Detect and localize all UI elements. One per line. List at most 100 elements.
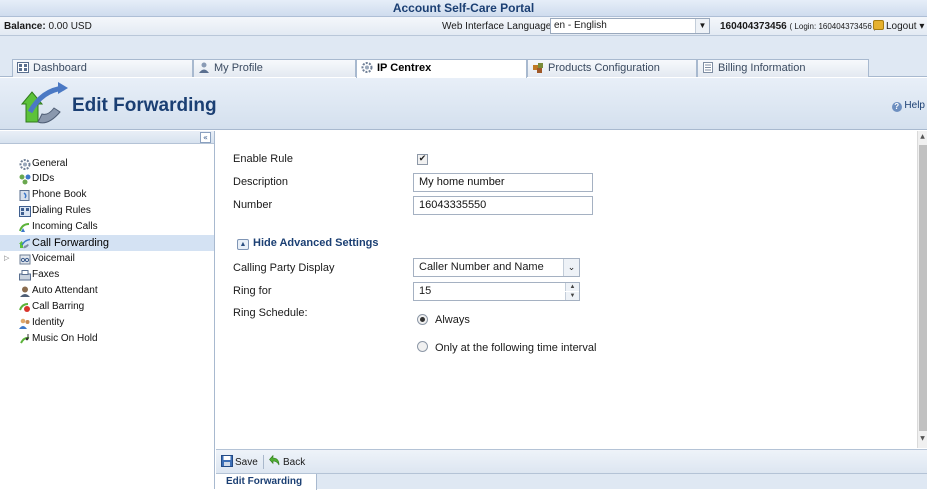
collapse-sidebar-button[interactable]: « <box>200 132 211 143</box>
sidebar-item-label: Phone Book <box>32 189 87 200</box>
tab-label: Dashboard <box>33 62 87 74</box>
page-title: Edit Forwarding <box>72 95 217 116</box>
help-label: Help <box>904 100 925 111</box>
back-label: Back <box>283 457 306 468</box>
sidebar-item-label: DIDs <box>32 173 55 184</box>
tab-label: My Profile <box>214 62 263 74</box>
sidebar-item-label: Identity <box>32 317 65 328</box>
sidebar-item-label: General <box>32 158 68 169</box>
help-link[interactable]: ? Help <box>891 100 925 112</box>
profile-icon <box>199 62 209 73</box>
sidebar-item-label: Auto Attendant <box>32 285 98 296</box>
sidebar-item-auto-attendant[interactable]: Auto Attendant <box>0 283 214 299</box>
back-arrow-icon <box>269 454 280 466</box>
tab-label: Products Configuration <box>548 62 660 74</box>
dashboard-icon <box>17 62 29 73</box>
description-label: Description <box>233 176 289 188</box>
description-input[interactable]: My home number <box>413 173 593 192</box>
account-info: 160404373456 ( Login: 160404373456 ) <box>720 21 877 32</box>
schedule-interval-label: Only at the following time interval <box>435 342 597 354</box>
toolbar-divider <box>263 455 264 469</box>
identity-icon <box>19 318 30 329</box>
tab-products-configuration[interactable]: Products Configuration <box>527 59 697 77</box>
language-value: en - English <box>554 20 607 31</box>
chevron-down-icon: ⌄ <box>563 259 579 276</box>
call-forwarding-icon <box>20 82 68 124</box>
tab-ip-centrex[interactable]: IP Centrex <box>356 59 527 78</box>
balance-label: Balance: <box>4 21 46 32</box>
sidebar-item-voicemail[interactable]: ▷ Voicemail <box>0 251 214 267</box>
expand-arrow-icon[interactable]: ▷ <box>4 251 9 267</box>
sidebar-item-label: Music On Hold <box>32 333 98 344</box>
scroll-down-icon[interactable]: ▼ <box>918 435 927 445</box>
language-label: Web Interface Language: <box>442 21 555 32</box>
sidebar-item-label: Incoming Calls <box>32 221 98 232</box>
gear-icon <box>361 62 373 73</box>
schedule-always-radio[interactable] <box>417 314 428 325</box>
tab-my-profile[interactable]: My Profile <box>193 59 356 77</box>
dialing-rules-icon <box>19 206 31 217</box>
ring-schedule-label: Ring Schedule: <box>233 307 308 319</box>
calling-party-value: Caller Number and Name <box>419 261 544 273</box>
bottom-tab-strip: Edit Forwarding <box>216 473 927 490</box>
sidebar-item-call-barring[interactable]: Call Barring <box>0 299 214 315</box>
logout-label: Logout <box>886 21 917 32</box>
sidebar-item-label: Voicemail <box>32 253 75 264</box>
fax-icon <box>19 270 31 281</box>
tab-dashboard[interactable]: Dashboard <box>12 59 193 77</box>
schedule-always-label: Always <box>435 314 470 326</box>
scrollbar-thumb[interactable] <box>919 145 927 431</box>
save-label: Save <box>235 457 258 468</box>
lock-icon <box>873 20 884 30</box>
schedule-interval-radio[interactable] <box>417 341 428 352</box>
action-toolbar: Save Back <box>216 449 927 473</box>
advanced-toggle-label: Hide Advanced Settings <box>253 237 379 249</box>
sidebar-item-music-on-hold[interactable]: Music On Hold <box>0 331 214 347</box>
tab-edit-forwarding[interactable]: Edit Forwarding <box>216 474 317 490</box>
ring-for-stepper[interactable]: 15 ▲ ▼ <box>413 282 580 301</box>
number-label: Number <box>233 199 273 211</box>
enable-rule-label: Enable Rule <box>233 153 293 165</box>
collapse-up-icon: ▲ <box>237 239 249 250</box>
status-bar: Balance: 0.00 USD Web Interface Language… <box>0 17 927 36</box>
main-scrollbar[interactable]: ▲ ▼ <box>917 131 927 448</box>
balance-value: 0.00 USD <box>48 21 92 32</box>
ring-for-value: 15 <box>419 285 432 297</box>
ring-for-label: Ring for <box>233 285 272 297</box>
sidebar-item-faxes[interactable]: Faxes <box>0 267 214 283</box>
incoming-calls-icon <box>19 223 30 232</box>
sidebar-item-incoming-calls[interactable]: Incoming Calls <box>0 219 214 235</box>
billing-icon <box>703 62 713 73</box>
sidebar-item-general[interactable]: General <box>0 156 214 172</box>
calling-party-select[interactable]: Caller Number and Name ⌄ <box>413 258 580 277</box>
page-header: Edit Forwarding ? Help <box>0 78 927 130</box>
sidebar-item-label: Dialing Rules <box>32 205 91 216</box>
scroll-up-icon[interactable]: ▲ <box>918 133 927 143</box>
logout-button[interactable]: Logout ▾ <box>873 20 924 32</box>
save-icon <box>221 455 233 467</box>
back-button[interactable]: Back <box>269 454 306 470</box>
sidebar-item-dialing-rules[interactable]: Dialing Rules <box>0 203 214 219</box>
increment-icon[interactable]: ▲ <box>565 283 579 291</box>
decrement-icon[interactable]: ▼ <box>565 292 579 300</box>
tab-billing-information[interactable]: Billing Information <box>697 59 869 77</box>
sidebar-item-dids[interactable]: DIDs <box>0 171 214 187</box>
tab-label: Billing Information <box>718 62 806 74</box>
auto-attendant-icon <box>20 286 30 297</box>
number-input[interactable]: 16043335550 <box>413 196 593 215</box>
products-icon <box>533 63 543 73</box>
sidebar-item-call-forwarding[interactable]: Call Forwarding <box>0 235 214 251</box>
enable-rule-checkbox[interactable]: ✔ <box>417 154 428 165</box>
language-select[interactable]: en - English ▼ <box>550 18 710 34</box>
save-button[interactable]: Save <box>221 455 258 470</box>
gear-icon <box>19 159 31 170</box>
portal-title: Account Self-Care Portal <box>0 0 927 17</box>
voicemail-icon <box>19 254 31 265</box>
sidebar-item-phone-book[interactable]: Phone Book <box>0 187 214 203</box>
call-forwarding-icon <box>19 238 31 249</box>
hide-advanced-settings-toggle[interactable]: ▲ Hide Advanced Settings <box>237 237 379 250</box>
sidebar-item-label: Call Forwarding <box>32 237 110 249</box>
main-tabs: Dashboard My Profile IP Centrex Products… <box>0 36 927 78</box>
sidebar-item-identity[interactable]: Identity <box>0 315 214 331</box>
edit-forwarding-form: Enable Rule ✔ Description My home number… <box>216 131 917 448</box>
